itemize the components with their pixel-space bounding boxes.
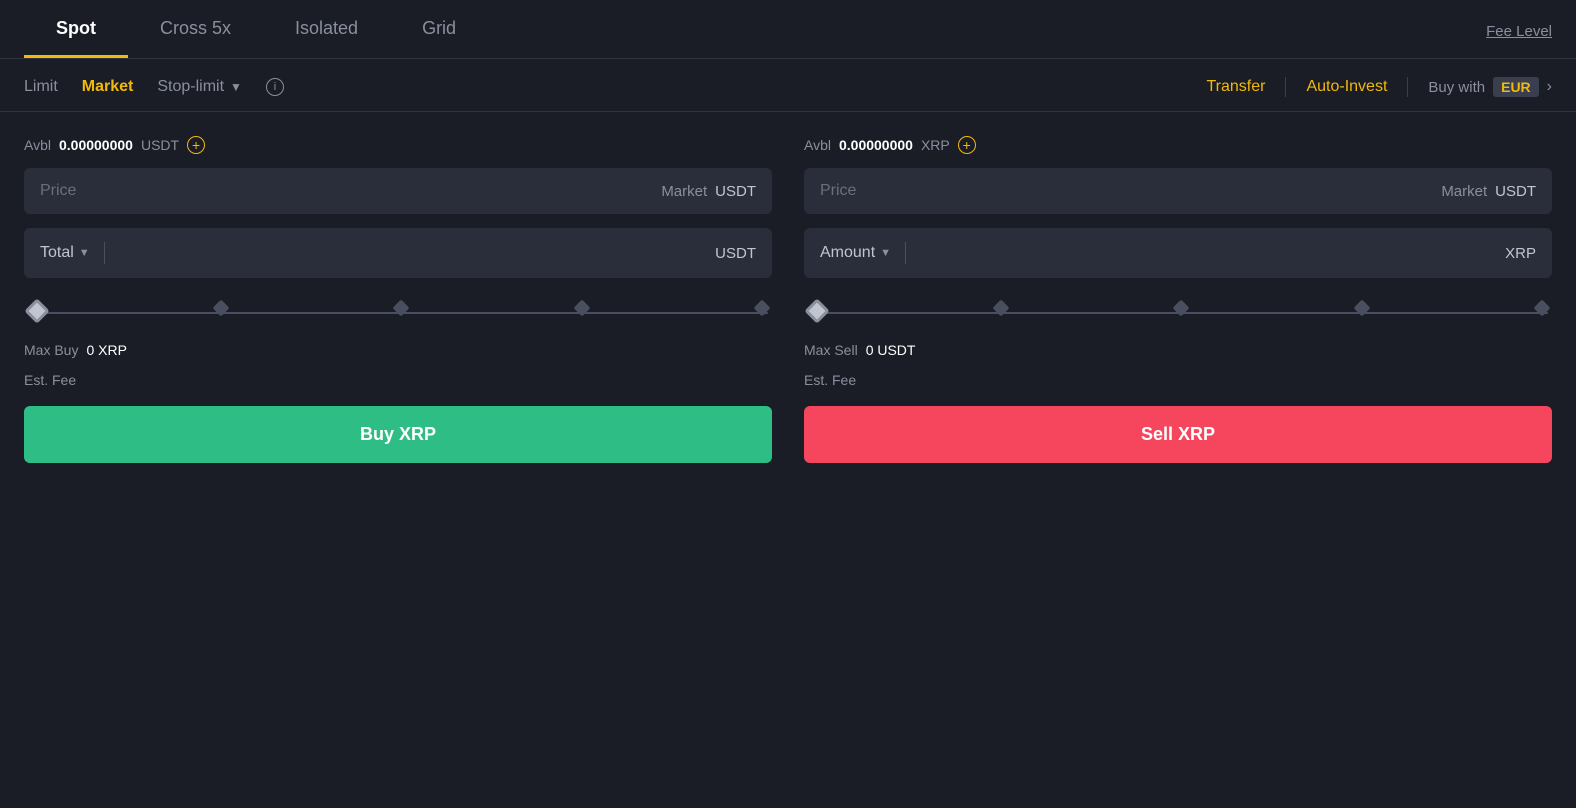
sell-amount-field[interactable]: Amount ▼ XRP: [804, 228, 1552, 278]
sell-slider-dot-50[interactable]: [1173, 300, 1190, 317]
sell-price-placeholder: Price: [820, 182, 1433, 200]
sell-amount-chevron-icon: ▼: [880, 247, 891, 259]
buy-avbl-currency: USDT: [141, 137, 179, 153]
sell-max-row: Max Sell 0 USDT: [804, 342, 1552, 358]
buy-panel: Avbl 0.00000000 USDT + Price Market USDT…: [24, 136, 772, 463]
buy-with-label: Buy with: [1428, 79, 1485, 96]
fee-level-link[interactable]: Fee Level: [1486, 23, 1552, 58]
buy-slider-thumb[interactable]: [24, 298, 49, 323]
sell-amount-currency: XRP: [1505, 245, 1536, 262]
sell-avbl-value: 0.00000000: [839, 137, 913, 153]
buy-button[interactable]: Buy XRP: [24, 406, 772, 463]
buy-slider-dot-50[interactable]: [393, 300, 410, 317]
sell-slider[interactable]: [804, 292, 1552, 328]
sell-slider-thumb[interactable]: [804, 298, 829, 323]
buy-with-currency: EUR: [1493, 77, 1539, 97]
sell-avbl-currency: XRP: [921, 137, 950, 153]
buy-total-label[interactable]: Total ▼: [40, 244, 90, 262]
buy-slider-dot-75[interactable]: [573, 300, 590, 317]
sell-price-currency: USDT: [1495, 183, 1536, 200]
buy-avbl-label: Avbl: [24, 137, 51, 153]
tab-grid[interactable]: Grid: [390, 0, 488, 58]
buy-total-field[interactable]: Total ▼ USDT: [24, 228, 772, 278]
buy-max-value: 0 XRP: [86, 342, 126, 358]
sell-price-market: Market: [1441, 183, 1487, 200]
buy-price-right: Market USDT: [661, 183, 756, 200]
buy-add-icon[interactable]: +: [187, 136, 205, 154]
buy-slider[interactable]: [24, 292, 772, 328]
order-type-bar: Limit Market Stop-limit ▼ i Transfer Aut…: [0, 59, 1576, 112]
order-type-market[interactable]: Market: [82, 78, 134, 96]
sell-price-right: Market USDT: [1441, 183, 1536, 200]
order-type-stop-limit[interactable]: Stop-limit ▼: [157, 78, 242, 96]
sell-slider-dot-25[interactable]: [992, 300, 1009, 317]
trading-container: Spot Cross 5x Isolated Grid Fee Level Li…: [0, 0, 1576, 487]
buy-avbl-value: 0.00000000: [59, 137, 133, 153]
transfer-button[interactable]: Transfer: [1206, 78, 1265, 96]
buy-with-chevron-icon: ›: [1547, 78, 1552, 96]
info-icon[interactable]: i: [266, 78, 284, 96]
tab-cross5x[interactable]: Cross 5x: [128, 0, 263, 58]
divider-1: [1285, 77, 1286, 97]
stop-limit-chevron-icon: ▼: [230, 80, 242, 94]
buy-price-placeholder: Price: [40, 182, 653, 200]
tab-spot[interactable]: Spot: [24, 0, 128, 58]
sell-amount-label[interactable]: Amount ▼: [820, 244, 891, 262]
auto-invest-button[interactable]: Auto-Invest: [1306, 78, 1387, 96]
buy-total-text: Total: [40, 244, 74, 262]
sell-max-label: Max Sell: [804, 342, 858, 358]
trading-area: Avbl 0.00000000 USDT + Price Market USDT…: [0, 112, 1576, 487]
buy-avbl-row: Avbl 0.00000000 USDT +: [24, 136, 772, 154]
sell-button[interactable]: Sell XRP: [804, 406, 1552, 463]
buy-total-divider: [104, 242, 105, 264]
order-type-limit[interactable]: Limit: [24, 78, 58, 96]
buy-max-label: Max Buy: [24, 342, 78, 358]
sell-amount-text: Amount: [820, 244, 875, 262]
sell-max-value: 0 USDT: [866, 342, 916, 358]
buy-slider-dots: [28, 302, 768, 320]
divider-2: [1407, 77, 1408, 97]
sell-slider-dot-100[interactable]: [1534, 300, 1551, 317]
tab-bar: Spot Cross 5x Isolated Grid Fee Level: [0, 0, 1576, 59]
tab-isolated[interactable]: Isolated: [263, 0, 390, 58]
buy-price-field[interactable]: Price Market USDT: [24, 168, 772, 214]
buy-price-currency: USDT: [715, 183, 756, 200]
buy-total-currency: USDT: [715, 245, 756, 262]
sell-amount-divider: [905, 242, 906, 264]
sell-avbl-label: Avbl: [804, 137, 831, 153]
sell-slider-dots: [808, 302, 1548, 320]
right-actions: Transfer Auto-Invest Buy with EUR ›: [1206, 77, 1552, 97]
buy-with-row[interactable]: Buy with EUR ›: [1428, 77, 1552, 97]
buy-total-chevron-icon: ▼: [79, 247, 90, 259]
stop-limit-label: Stop-limit: [157, 78, 224, 96]
sell-avbl-row: Avbl 0.00000000 XRP +: [804, 136, 1552, 154]
buy-price-market: Market: [661, 183, 707, 200]
buy-est-fee-row: Est. Fee: [24, 372, 772, 388]
buy-max-row: Max Buy 0 XRP: [24, 342, 772, 358]
sell-price-field[interactable]: Price Market USDT: [804, 168, 1552, 214]
sell-est-fee-row: Est. Fee: [804, 372, 1552, 388]
buy-slider-dot-100[interactable]: [754, 300, 771, 317]
buy-slider-dot-25[interactable]: [212, 300, 229, 317]
sell-panel: Avbl 0.00000000 XRP + Price Market USDT …: [804, 136, 1552, 463]
sell-slider-dot-75[interactable]: [1353, 300, 1370, 317]
sell-add-icon[interactable]: +: [958, 136, 976, 154]
